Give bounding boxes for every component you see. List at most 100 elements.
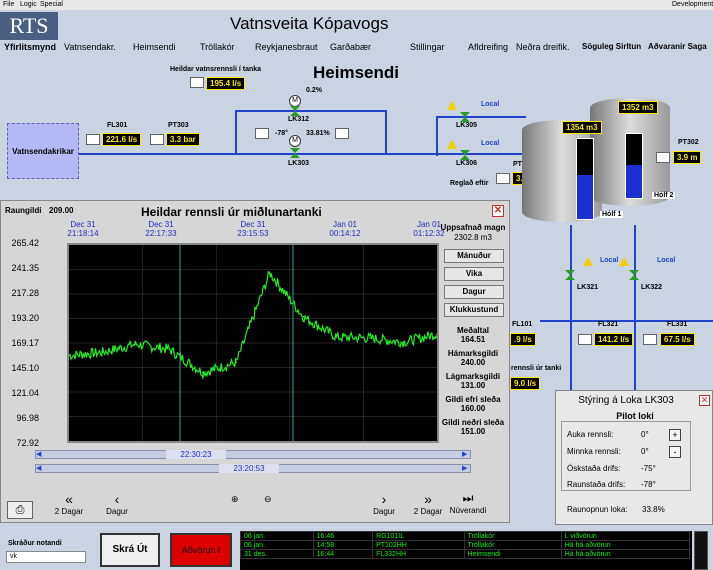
main-pipe xyxy=(79,153,529,155)
y-tick-label: 169.17 xyxy=(11,338,39,348)
trend-icon[interactable] xyxy=(578,334,592,345)
pipe xyxy=(436,116,438,156)
trend-point xyxy=(235,361,238,364)
trend-point xyxy=(369,337,371,339)
fl331-value: 67.5 l/s xyxy=(660,333,695,346)
lk303-deg: -78° xyxy=(275,130,288,137)
decrease-button[interactable]: - xyxy=(669,446,681,458)
lk303-control-panel: Stýring á Loka LK303 ✕ Pilot loki Auka r… xyxy=(555,390,713,525)
x-tick: Jan 01 00:14:12 xyxy=(329,220,361,238)
trend-window: Raungildi 209.00 Heildar rennsli úr miðl… xyxy=(0,200,510,523)
total-flow-value: 195.4 l/s xyxy=(206,77,246,90)
warning-icon xyxy=(583,257,593,266)
forward-1-day-button[interactable]: › Dagur xyxy=(364,491,404,516)
trend-icon[interactable] xyxy=(496,173,510,184)
back-2-days-button[interactable]: «2 Dagar xyxy=(49,491,89,516)
lk305-label: LK305 xyxy=(456,122,478,129)
trend-title: Heildar rennsli úr miðlunartanki xyxy=(141,205,322,219)
pipe xyxy=(235,110,385,112)
lk312-pct: 0.2% xyxy=(306,87,322,94)
top-cursor-scrollbar[interactable]: ◀ 22:30:23 ▶ xyxy=(35,450,471,459)
print-icon[interactable]: ⎙ xyxy=(7,501,33,519)
alarm-row[interactable]: 31 des. 16:44 FL332HH Heimsendi Há há aðvöru… xyxy=(240,549,691,559)
double-chevron-left-icon: « xyxy=(65,491,73,507)
y-tick-label: 193.20 xyxy=(11,313,39,323)
y-tick-label: 121.04 xyxy=(11,388,39,398)
stat-label: Lágmarksgildi xyxy=(445,372,501,381)
btn-klukkustund[interactable]: Klukkustund xyxy=(444,303,504,317)
alarm-button[interactable]: Aðvörun I xyxy=(170,533,232,567)
current-button[interactable]: ⏭ Núverandi xyxy=(448,491,488,515)
opening-label: Raunopnun loka: xyxy=(567,505,628,514)
source-vatnsendakrikar[interactable]: Vatnsendakrikar xyxy=(7,123,79,179)
trend-point xyxy=(436,333,437,335)
trend-line xyxy=(69,270,437,380)
chevron-left-icon: ‹ xyxy=(114,491,120,507)
accumulated-value: 2302.8 m3 xyxy=(454,233,492,242)
cursor-top-time[interactable]: 22:30:23 xyxy=(166,450,226,459)
lk-panel-subtitle: Pilot loki xyxy=(616,411,654,421)
motor-icon: M xyxy=(289,95,301,107)
trend-icon[interactable] xyxy=(86,134,100,145)
bottom-bar: Skráður notandi vk Skrá Út Aðvörun I 06 … xyxy=(0,525,713,570)
cursor-bottom-time[interactable]: 23:20:53 xyxy=(219,464,279,473)
zoom-in-icon[interactable]: ⊕ xyxy=(231,494,239,505)
arrow-right-icon[interactable]: ▶ xyxy=(462,465,470,472)
chevron-right-icon: › xyxy=(381,491,387,507)
trend-svg xyxy=(69,245,437,441)
back-1-day-button[interactable]: ‹ Dagur xyxy=(97,491,137,516)
trend-plot[interactable] xyxy=(67,243,439,443)
alarm-scrollbar[interactable] xyxy=(694,531,708,570)
arrow-left-icon[interactable]: ◀ xyxy=(36,465,44,472)
stat-value: 131.00 xyxy=(460,381,486,390)
tank-2-volume: 1352 m3 xyxy=(618,101,658,114)
trend-icon[interactable] xyxy=(255,128,269,139)
y-tick-label: 217.28 xyxy=(11,288,39,298)
alarm-row[interactable]: 06 jan. 14:58 PT102HH Tröllakór Há há aðvöru… xyxy=(240,540,691,550)
stat-value: 164.51 xyxy=(460,335,486,344)
fl301-name: FL301 xyxy=(107,122,128,129)
local-label: Local xyxy=(481,140,500,147)
pipe xyxy=(385,110,387,154)
arrow-right-icon[interactable]: ▶ xyxy=(462,451,470,458)
trend-icon[interactable] xyxy=(150,134,164,145)
y-tick-label: 265.42 xyxy=(11,238,39,248)
valve-icon[interactable] xyxy=(460,150,470,160)
trend-icon[interactable] xyxy=(643,334,657,345)
stat-label: Meðaltal xyxy=(456,326,489,335)
outflow-label: rennsli úr tanki xyxy=(511,365,562,372)
total-flow-label: Heildar vatnsrennsli í tanka xyxy=(170,66,262,73)
local-label: Local xyxy=(600,257,619,264)
fl301-value: 221.6 l/s xyxy=(102,133,142,146)
close-icon[interactable]: ✕ xyxy=(699,395,710,406)
trend-point xyxy=(335,336,338,338)
logout-button[interactable]: Skrá Út xyxy=(100,533,160,567)
trend-icon[interactable] xyxy=(335,128,349,139)
arrow-left-icon[interactable]: ◀ xyxy=(36,451,44,458)
tank-2-level xyxy=(625,133,643,199)
minnka-label: Minnka rennsli: xyxy=(567,447,621,456)
bottom-cursor-scrollbar[interactable]: ◀ 23:20:53 ▶ xyxy=(35,464,471,473)
warning-icon xyxy=(619,257,629,266)
trend-icon[interactable] xyxy=(190,77,204,88)
raunstada-value: -78° xyxy=(641,480,656,489)
oskstada-label: Óskstaða drifs: xyxy=(567,464,621,473)
user-label: Skráður notandi xyxy=(8,540,62,547)
increase-button[interactable]: + xyxy=(669,429,681,441)
alarm-row[interactable]: 06 jan. 16:46 RG101IL Tröllakór L viðvörun xyxy=(240,531,691,541)
btn-vika[interactable]: Vika xyxy=(444,267,504,281)
forward-2-days-button[interactable]: » 2 Dagar xyxy=(408,491,448,516)
x-tick: Dec 31 23:15:53 xyxy=(237,220,269,238)
fl101-name: FL101 xyxy=(512,321,533,328)
close-icon[interactable]: ✕ xyxy=(492,205,504,217)
alarm-list: 06 jan. 16:46 RG101IL Tröllakór L viðvörun 0… xyxy=(240,531,692,570)
y-tick-label: 241.35 xyxy=(11,263,39,273)
warning-icon xyxy=(447,140,457,149)
zoom-out-icon[interactable]: ⊖ xyxy=(264,494,272,505)
btn-manudur[interactable]: Mánuður xyxy=(444,249,504,263)
auka-label: Auka rennsli: xyxy=(567,430,614,439)
y-tick-label: 145.10 xyxy=(11,363,39,373)
pt302-value: 3.9 m xyxy=(673,151,702,164)
trend-icon[interactable] xyxy=(656,152,670,163)
btn-dagur[interactable]: Dagur xyxy=(444,285,504,299)
